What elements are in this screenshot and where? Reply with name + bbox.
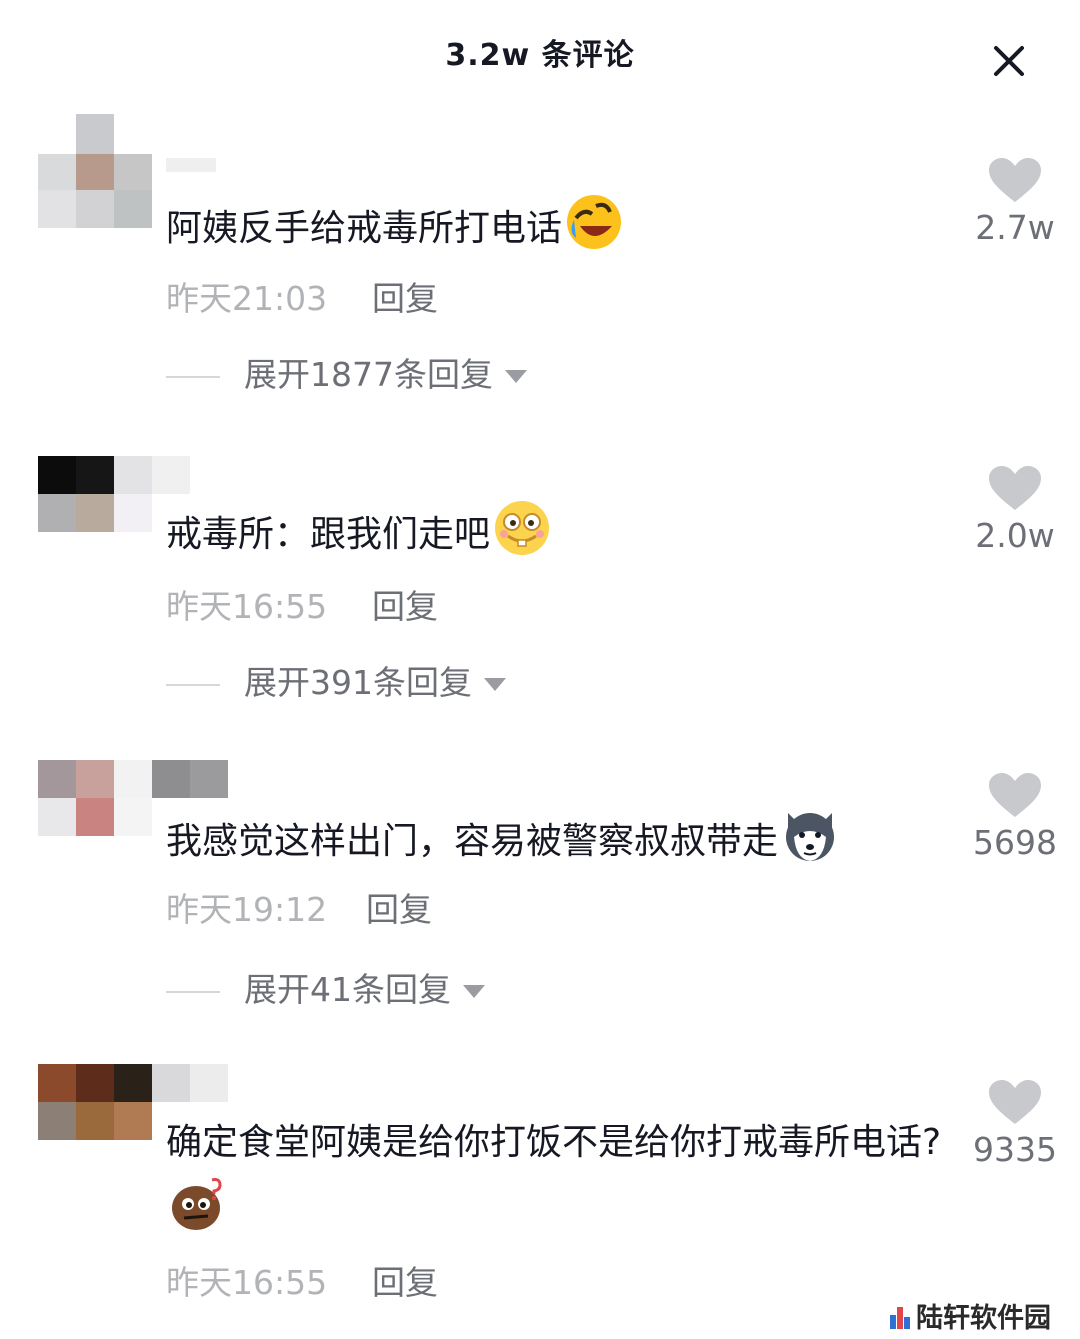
expand-replies-label: 展开1877条回复 [244, 355, 493, 394]
watermark-text: 陆轩软件园 [916, 1303, 1051, 1334]
divider-line [166, 990, 220, 993]
expand-replies-button[interactable]: 展开41条回复 [166, 963, 485, 1011]
comment-text: 阿姨反手给戒毒所打电话 [166, 192, 956, 260]
comment-time: 昨天16:55 [166, 587, 328, 626]
like-count: 9335 [973, 1130, 1057, 1169]
comment-time: 昨天19:12 [166, 890, 328, 929]
comment-meta: 昨天16:55 回复 [166, 1256, 438, 1304]
reply-button[interactable]: 回复 [366, 890, 432, 929]
reply-button[interactable]: 回复 [372, 587, 438, 626]
like-button[interactable]: 2.0w [960, 466, 1070, 555]
close-icon[interactable] [986, 38, 1032, 84]
divider-line [166, 683, 220, 686]
like-count: 2.7w [975, 208, 1055, 247]
watermark: 陆轩软件园 [888, 1296, 1051, 1335]
expand-replies-label: 展开41条回复 [244, 970, 451, 1009]
like-button[interactable]: 2.7w [960, 158, 1070, 247]
comment-body: 阿姨反手给戒毒所打电话 [166, 208, 563, 249]
comment-meta: 昨天21:03 回复 [166, 272, 438, 320]
husky-dog-emoji-icon [786, 813, 835, 861]
chevron-down-icon [484, 678, 506, 691]
building-logo-icon [890, 1307, 910, 1329]
chevron-down-icon [463, 985, 485, 998]
expand-replies-button[interactable]: 展开1877条回复 [166, 348, 527, 396]
like-count: 5698 [973, 823, 1057, 862]
comment-meta: 昨天16:55 回复 [166, 580, 438, 628]
comments-header-title: 3.2w 条评论 [445, 38, 635, 73]
reply-button[interactable]: 回复 [372, 279, 438, 318]
silly-face-emoji-icon [495, 501, 550, 555]
expand-replies-button[interactable]: 展开391条回复 [166, 656, 506, 704]
chevron-down-icon [504, 370, 527, 383]
comment-body: 我感觉这样出门，容易被警察叔叔带走 [166, 821, 779, 862]
comment-text: 确定食堂阿姨是给你打饭不是给你打戒毒所电话? [166, 1112, 956, 1242]
comment-text: 戒毒所：跟我们走吧 [166, 498, 956, 566]
comment-meta: 昨天19:12 回复 [166, 883, 432, 931]
comment-body: 戒毒所：跟我们走吧 [166, 514, 491, 555]
confused-bean-emoji-icon [172, 1178, 222, 1230]
rofl-emoji-icon [567, 195, 622, 249]
reply-button[interactable]: 回复 [372, 1263, 438, 1302]
divider-line [166, 375, 220, 378]
like-count: 2.0w [975, 516, 1055, 555]
comment-time: 昨天16:55 [166, 1263, 328, 1302]
expand-replies-label: 展开391条回复 [244, 663, 472, 702]
comment-text: 我感觉这样出门，容易被警察叔叔带走 [166, 805, 956, 873]
comment-time: 昨天21:03 [166, 279, 328, 318]
heart-icon [989, 158, 1041, 202]
comment-body: 确定食堂阿姨是给你打饭不是给你打戒毒所电话? [166, 1122, 942, 1163]
heart-icon [989, 773, 1041, 817]
like-button[interactable]: 9335 [960, 1080, 1070, 1169]
like-button[interactable]: 5698 [960, 773, 1070, 862]
heart-icon [989, 1080, 1041, 1124]
heart-icon [989, 466, 1041, 510]
